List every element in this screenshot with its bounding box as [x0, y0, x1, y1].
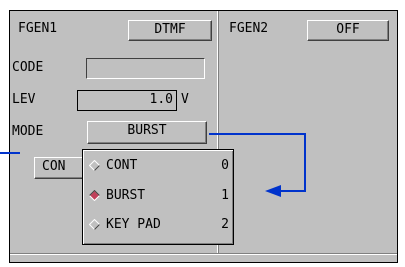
fgen2-panel: FGEN2 OFF: [221, 11, 397, 253]
mode-option-key: 2: [221, 217, 229, 232]
lev-label: LEV: [12, 92, 36, 107]
lev-input[interactable]: 1.0: [77, 90, 177, 111]
lev-unit-label: V: [181, 92, 189, 107]
mode-option-burst[interactable]: BURST 1: [87, 184, 233, 208]
fgen2-title: FGEN2: [229, 21, 269, 36]
mode-option-key: 1: [221, 188, 229, 203]
radio-diamond-selected-icon: [89, 190, 100, 201]
fgen2-state-button[interactable]: OFF: [307, 20, 389, 41]
mode-popup-menu: CONT 0 BURST 1 KEY PAD 2: [82, 149, 234, 245]
mode-option-key: 0: [221, 158, 229, 173]
mode-option-label: BURST: [106, 188, 146, 203]
radio-diamond-icon: [89, 219, 100, 230]
mode-option-label: CONT: [106, 158, 138, 173]
code-label: CODE: [12, 60, 44, 75]
mode-option-cont[interactable]: CONT 0: [87, 154, 233, 178]
fgen1-mode-select-button[interactable]: DTMF: [128, 20, 212, 41]
bottom-bar: [10, 253, 397, 264]
mode-option-label: KEY PAD: [106, 217, 161, 232]
mode-label: MODE: [12, 124, 44, 139]
fgen1-title: FGEN1: [18, 21, 58, 36]
mode-option-key-pad[interactable]: KEY PAD 2: [87, 213, 233, 237]
mode-button[interactable]: BURST: [87, 121, 207, 144]
radio-diamond-icon: [89, 160, 100, 171]
code-input[interactable]: [86, 58, 205, 79]
